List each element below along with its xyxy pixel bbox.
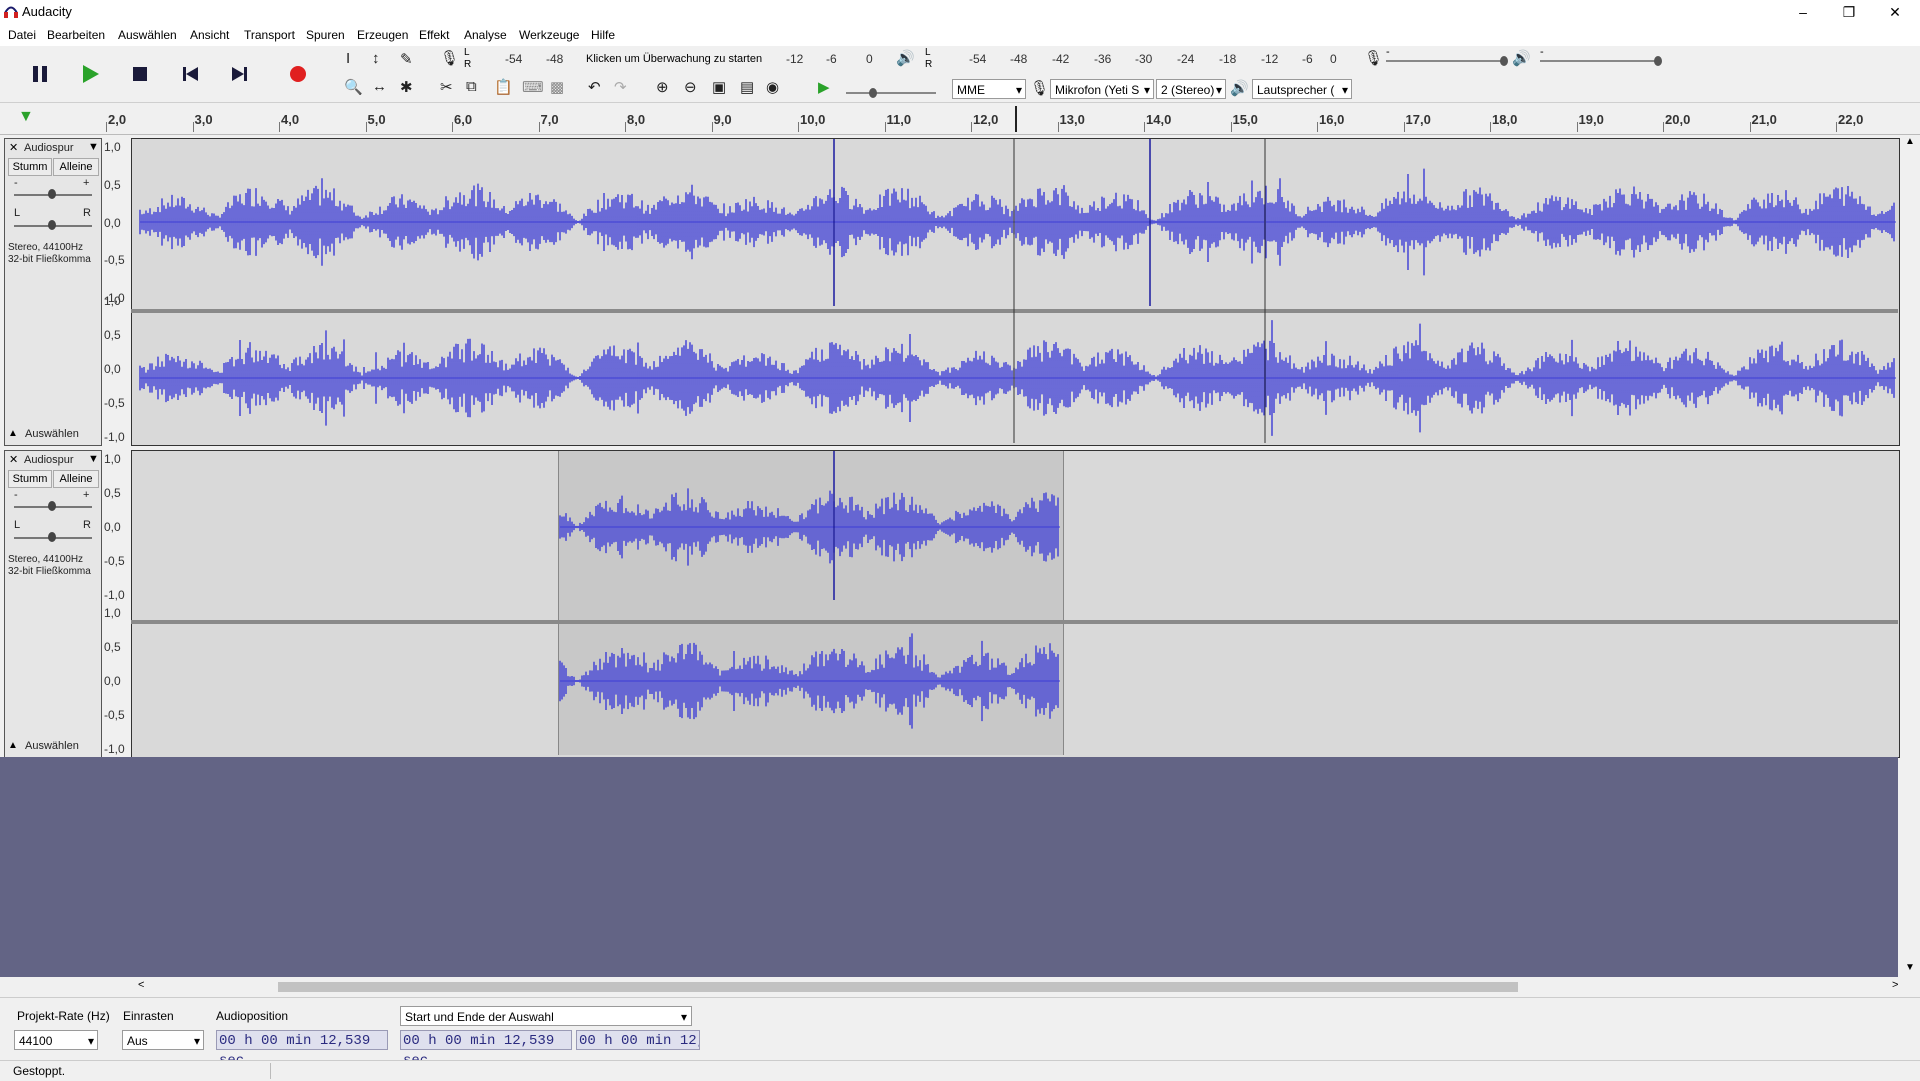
audio-position-field[interactable]: 00 h 00 min 12,539 sec (216, 1030, 388, 1069)
snap-select[interactable]: Aus ▾ (122, 1030, 204, 1050)
horizontal-scroll-thumb[interactable] (278, 982, 1518, 992)
status-text: Gestoppt. (13, 1064, 66, 1078)
selection-mode-value: Start und Ende der Auswahl (405, 1010, 554, 1024)
selection-end-field[interactable]: 00 h 00 min 12,53 (576, 1030, 700, 1050)
chevron-down-icon: ▾ (193, 1034, 200, 1048)
selection-mode-select[interactable]: Start und Ende der Auswahl ▾ (400, 1006, 692, 1026)
snap-label: Einrasten (123, 1009, 174, 1023)
chevron-down-icon: ▾ (680, 1010, 687, 1024)
horizontal-scrollbar[interactable]: < > (130, 978, 1900, 996)
snap-value: Aus (127, 1034, 148, 1048)
chevron-down-icon: ▾ (87, 1034, 94, 1048)
project-rate-select[interactable]: 44100 ▾ (14, 1030, 98, 1050)
selection-end-value: 00 h 00 min 12,53 (579, 1033, 699, 1049)
scroll-up-icon[interactable]: ▲ (1905, 136, 1915, 147)
scroll-left-icon[interactable]: < (138, 979, 144, 991)
channel-separator (131, 620, 1898, 624)
selection-start-field[interactable]: 00 h 00 min 12,539 sec (400, 1030, 572, 1069)
status-divider (270, 1063, 271, 1079)
scroll-right-icon[interactable]: > (1892, 979, 1898, 991)
scroll-down-icon[interactable]: ▼ (1905, 962, 1915, 973)
status-bar: Gestoppt. (0, 1060, 1920, 1081)
vertical-scrollbar[interactable]: ▲ ▼ (1900, 136, 1920, 977)
project-rate-label: Projekt-Rate (Hz) (17, 1009, 110, 1023)
audio-position-label: Audioposition (216, 1009, 289, 1023)
empty-track-area[interactable] (0, 757, 1898, 977)
project-rate-value: 44100 (19, 1034, 53, 1048)
